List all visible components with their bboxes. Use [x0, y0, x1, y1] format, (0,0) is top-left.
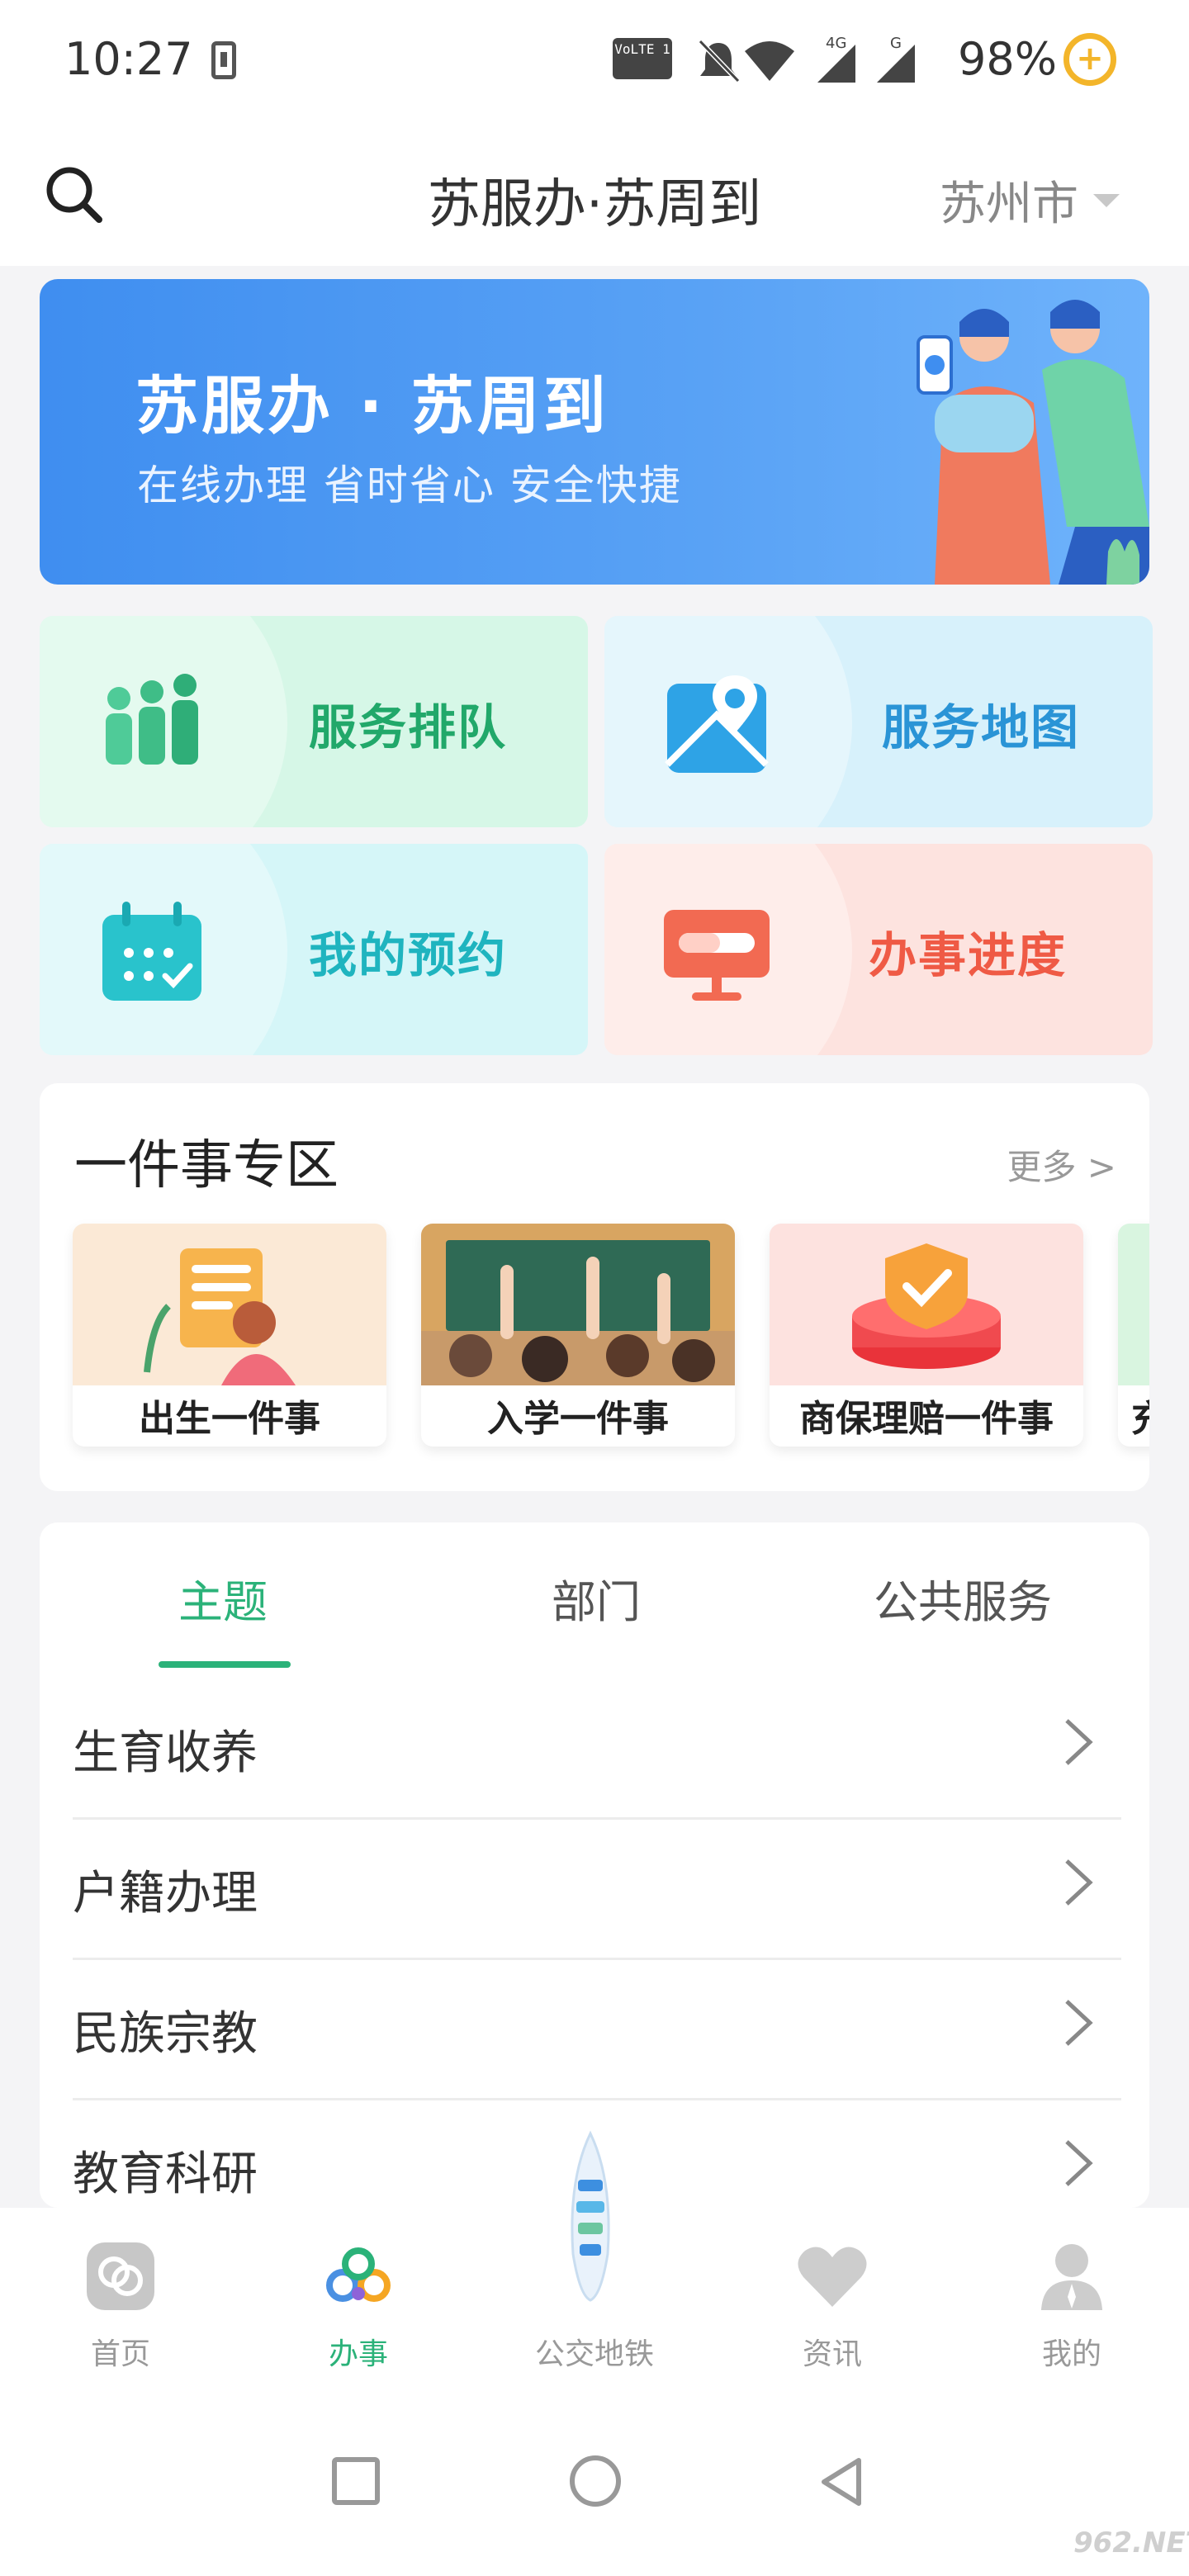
chevron-right-icon [1065, 2000, 1093, 2046]
tab-label: 首页 [90, 2337, 150, 2371]
one-thing-card-birth[interactable]: 出生一件事 [73, 1224, 386, 1447]
wifi-icon [745, 41, 794, 81]
list-item-label: 户籍办理 [73, 1867, 258, 1920]
list-item-label: 生育收养 [73, 1726, 258, 1780]
progress-monitor-icon [664, 910, 770, 1001]
person-icon [1041, 2244, 1102, 2310]
tab-home[interactable]: 首页 [46, 2231, 195, 2371]
people-with-phone-illustration [917, 300, 1149, 585]
svg-text:G: G [890, 35, 902, 52]
tab-mine[interactable]: 我的 [997, 2231, 1146, 2371]
one-thing-card-partial[interactable]: 充 [1118, 1224, 1149, 1447]
partial-card-image [1118, 1224, 1149, 1385]
tab-public-service[interactable]: 公共服务 [874, 1565, 1052, 1631]
tab-service[interactable]: 办事 [284, 2231, 433, 2371]
card-label: 入学一件事 [487, 1398, 669, 1440]
calendar-icon [102, 902, 201, 1001]
signal-icons: 4G G [698, 35, 915, 83]
system-nav-bar [0, 2378, 1189, 2576]
list-item[interactable]: 生育收养 [73, 1679, 1121, 1820]
classroom-illustration [421, 1224, 735, 1385]
battery-percent: 98% [958, 33, 1058, 85]
recent-apps-button[interactable] [332, 2457, 380, 2505]
list-item-label: 民族宗教 [73, 2007, 258, 2061]
tab-label: 公交地铁 [534, 2337, 654, 2371]
watermark-logo: 962.NET [1073, 2526, 1189, 2559]
one-thing-card-school[interactable]: 入学一件事 [421, 1224, 735, 1447]
active-tab-indicator [159, 1661, 291, 1668]
one-thing-card-insurance[interactable]: 商保理赔一件事 [770, 1224, 1083, 1447]
tab-label: 我的 [1041, 2337, 1101, 2371]
home-icon [87, 2242, 154, 2310]
transit-icon[interactable] [561, 2130, 619, 2304]
banner-subtitle: 在线办理 省时省心 安全快捷 [137, 462, 682, 509]
service-progress-tile[interactable]: 办事进度 [604, 844, 1153, 1055]
service-queue-tile[interactable]: 服务排队 [40, 616, 588, 827]
section-title: 一件事专区 [74, 1135, 339, 1196]
tab-news[interactable]: 资讯 [758, 2231, 907, 2371]
app-screen: 10:27 VoLTE 1 4G G 98% + 苏服办·苏周到 苏州市 苏服办… [0, 0, 1189, 2576]
tab-theme[interactable]: 主题 [178, 1565, 268, 1631]
card-label: 充 [1118, 1389, 1149, 1442]
tab-label: 资讯 [802, 2337, 862, 2371]
insurance-shield-illustration [770, 1224, 1083, 1385]
chevron-right-icon [1065, 2140, 1093, 2186]
tile-label: 服务地图 [882, 699, 1081, 755]
list-item[interactable]: 户籍办理 [73, 1820, 1121, 1960]
promo-banner[interactable]: 苏服办 · 苏周到 在线办理 省时省心 安全快捷 [40, 279, 1149, 585]
tile-label: 我的预约 [309, 927, 508, 983]
tile-label: 办事进度 [869, 927, 1068, 983]
one-thing-section: 一件事专区 更多 > 出生一件事 入学一件事 商保理赔一件事 [40, 1083, 1149, 1491]
svg-text:4G: 4G [826, 35, 846, 52]
tab-department[interactable]: 部门 [552, 1565, 641, 1631]
chevron-right-icon [1065, 1719, 1093, 1765]
top-nav: 苏服办·苏周到 苏州市 [0, 124, 1189, 266]
tile-label: 服务排队 [309, 699, 508, 755]
banner-title: 苏服办 · 苏周到 [135, 369, 609, 443]
chevron-right-icon [1065, 1859, 1093, 1906]
category-section: 主题 部门 公共服务 生育收养 户籍办理 民族宗教 教育科研 [40, 1522, 1149, 2208]
list-item-label: 教育科研 [73, 2147, 258, 2201]
card-label: 出生一件事 [139, 1398, 320, 1440]
mute-bell-icon [698, 39, 741, 83]
cell-4g-icon: 4G [817, 35, 855, 83]
download-icon [211, 41, 236, 79]
service-icon [326, 2247, 391, 2302]
status-bar: 10:27 VoLTE 1 4G G 98% + [0, 0, 1189, 124]
cell-g-icon: G [877, 35, 915, 83]
more-link[interactable]: 更多 > [1007, 1139, 1116, 1190]
battery-saver-icon: + [1063, 33, 1116, 86]
chevron-down-icon [1093, 193, 1120, 207]
home-button[interactable] [570, 2455, 621, 2507]
card-label: 商保理赔一件事 [799, 1398, 1054, 1440]
heart-icon [798, 2247, 867, 2307]
volte-badge: VoLTE 1 [613, 38, 672, 79]
back-button[interactable] [816, 2455, 869, 2508]
city-selector[interactable]: 苏州市 [940, 167, 1120, 234]
tab-label: 办事 [328, 2337, 388, 2371]
service-map-tile[interactable]: 服务地图 [604, 616, 1153, 827]
list-item[interactable]: 民族宗教 [73, 1960, 1121, 2100]
people-queue-icon [106, 674, 198, 765]
city-label: 苏州市 [940, 178, 1078, 231]
status-time: 10:27 [64, 33, 193, 85]
birth-illustration [73, 1224, 386, 1385]
map-pin-icon [665, 675, 769, 773]
my-appointment-tile[interactable]: 我的预约 [40, 844, 588, 1055]
